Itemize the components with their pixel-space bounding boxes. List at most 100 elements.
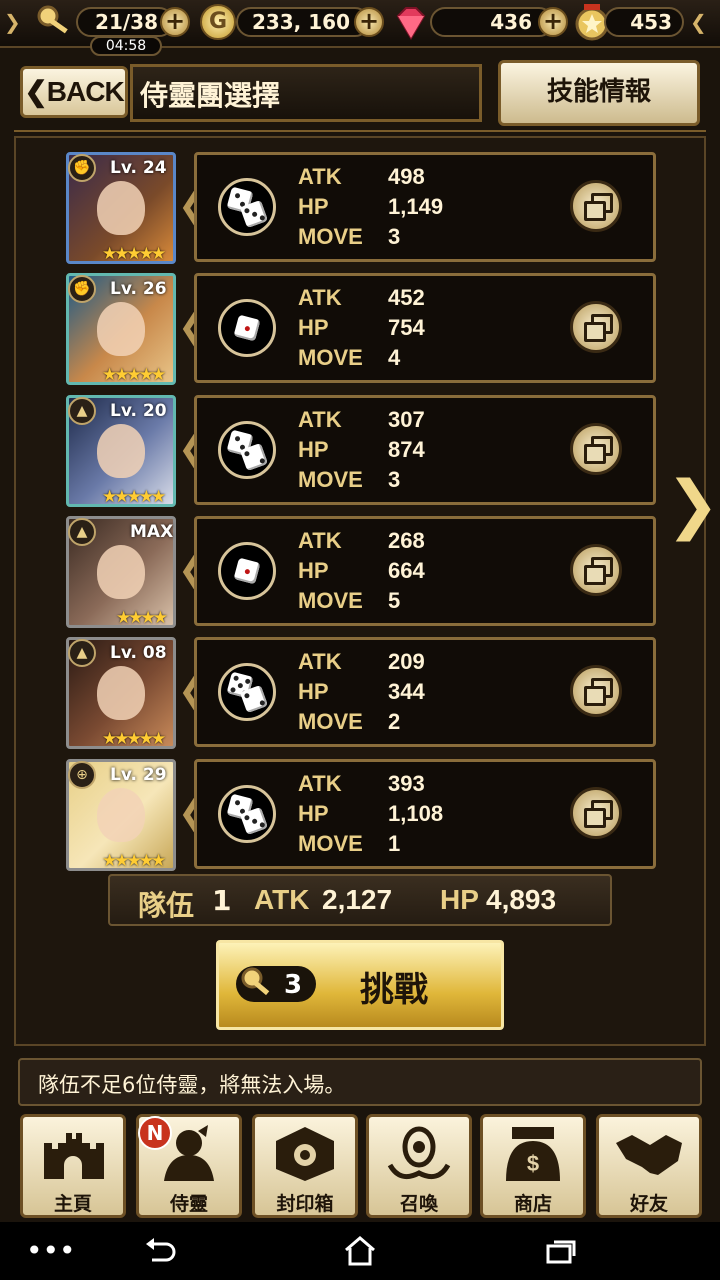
move-value: 4 [388, 345, 401, 370]
detail-icon[interactable] [570, 544, 622, 596]
hp-label: HP [298, 801, 329, 826]
gold-coin-icon: G [200, 4, 236, 40]
unit-level: Lv. 26 [110, 279, 167, 299]
die-face [233, 557, 261, 585]
die-face [233, 314, 261, 342]
atk-value: 209 [388, 649, 425, 674]
atk-label: ATK [298, 528, 342, 553]
unit-rarity-stars: ★★★★★ [102, 365, 166, 385]
detail-icon[interactable] [570, 301, 622, 353]
square-shape [584, 808, 606, 828]
hp-label: HP [298, 558, 329, 583]
atk-label: ATK [298, 771, 342, 796]
dice-icon [218, 421, 276, 479]
nav-home[interactable]: 主頁 [20, 1114, 126, 1218]
seal-box-icon [276, 1127, 334, 1181]
atk-value: 307 [388, 407, 425, 432]
svg-text:$: $ [527, 1151, 539, 1176]
recents-nav-icon[interactable] [544, 1238, 578, 1266]
more-icon[interactable]: ••• [26, 1234, 76, 1267]
hp-value: 754 [388, 315, 425, 340]
square-shape [584, 565, 606, 585]
unit-class-icon: ✊ [68, 154, 96, 182]
character-face [97, 302, 145, 356]
hp-value: 1,108 [388, 801, 444, 826]
move-label: MOVE [298, 709, 363, 734]
character-face [97, 666, 145, 720]
next-team-arrow-icon[interactable]: ❯ [666, 468, 720, 542]
detail-icon[interactable] [570, 787, 622, 839]
new-badge: N [138, 1116, 172, 1150]
add-gems-button[interactable]: + [538, 7, 568, 37]
team-hp-value: 4,893 [486, 884, 557, 915]
team-hp-label: HP [440, 884, 479, 915]
nav-shop[interactable]: $ 商店 [480, 1114, 586, 1218]
dice-icon [218, 542, 276, 600]
move-label: MOVE [298, 345, 363, 370]
hp-label: HP [298, 679, 329, 704]
hp-value: 1,149 [388, 194, 444, 219]
detail-icon[interactable] [570, 423, 622, 475]
character-face [97, 788, 145, 842]
hp-value: 874 [388, 437, 425, 462]
home-nav-icon[interactable] [342, 1234, 378, 1268]
character-face [97, 181, 145, 235]
unit-rarity-stars: ★★★★★ [102, 244, 166, 264]
square-shape [584, 686, 606, 706]
back-button[interactable]: ❮BACK [20, 66, 128, 118]
key-timer: 04:58 [90, 36, 162, 56]
chevron-right-icon: ❯ [690, 10, 707, 34]
unit-rarity-stars: ★★★★★ [102, 851, 166, 871]
move-label: MOVE [298, 831, 363, 856]
challenge-label: 挑戰 [360, 970, 428, 1010]
dice-icon [218, 663, 276, 721]
character-face [97, 545, 145, 599]
atk-value: 498 [388, 164, 425, 189]
gems-value: 436 [490, 10, 532, 34]
detail-icon[interactable] [570, 665, 622, 717]
character-face [97, 424, 145, 478]
nav-seal-box[interactable]: 封印箱 [252, 1114, 358, 1218]
keys-value: 21/38 [95, 10, 158, 34]
unit-rarity-stars: ★★★★ [116, 608, 168, 628]
divider [14, 130, 706, 132]
hp-label: HP [298, 194, 329, 219]
skill-info-button[interactable]: 技能情報 [498, 60, 700, 126]
team-atk-value: 2,127 [322, 884, 393, 915]
dice-icon [218, 299, 276, 357]
add-gold-button[interactable]: + [354, 7, 384, 37]
chevron-left-icon: ❯ [4, 10, 21, 34]
back-nav-icon[interactable] [142, 1236, 178, 1266]
unit-class-icon: ▲ [68, 639, 96, 667]
nav-summon-label: 召喚 [399, 1193, 438, 1215]
unit-level: MAX [130, 522, 174, 542]
nav-friends-label: 好友 [629, 1193, 668, 1215]
move-value: 2 [388, 709, 401, 734]
gem-icon [396, 7, 426, 40]
square-shape [584, 322, 606, 342]
move-label: MOVE [298, 588, 363, 613]
nav-seal-box-label: 封印箱 [276, 1193, 334, 1215]
atk-label: ATK [298, 285, 342, 310]
move-value: 3 [388, 224, 401, 249]
atk-label: ATK [298, 649, 342, 674]
nav-summon[interactable]: 召喚 [366, 1114, 472, 1218]
move-label: MOVE [298, 224, 363, 249]
unit-class-icon: ▲ [68, 397, 96, 425]
nav-spirits-label: 侍靈 [169, 1193, 208, 1215]
hp-value: 664 [388, 558, 425, 583]
gold-value: 233, 160 [251, 10, 350, 34]
atk-label: ATK [298, 164, 342, 189]
nav-friends[interactable]: 好友 [596, 1114, 702, 1218]
key-cost: 3 [284, 970, 303, 1000]
summon-icon [387, 1126, 451, 1180]
detail-icon[interactable] [570, 180, 622, 232]
move-value: 3 [388, 467, 401, 492]
add-keys-button[interactable]: + [160, 7, 190, 37]
atk-value: 393 [388, 771, 425, 796]
unit-class-icon: ⊕ [68, 761, 96, 789]
back-arrow-icon: ❮ [24, 76, 47, 107]
page-title: 侍靈團選擇 [140, 79, 281, 112]
medals-value: 453 [630, 10, 672, 34]
nav-shop-label: 商店 [513, 1193, 552, 1215]
